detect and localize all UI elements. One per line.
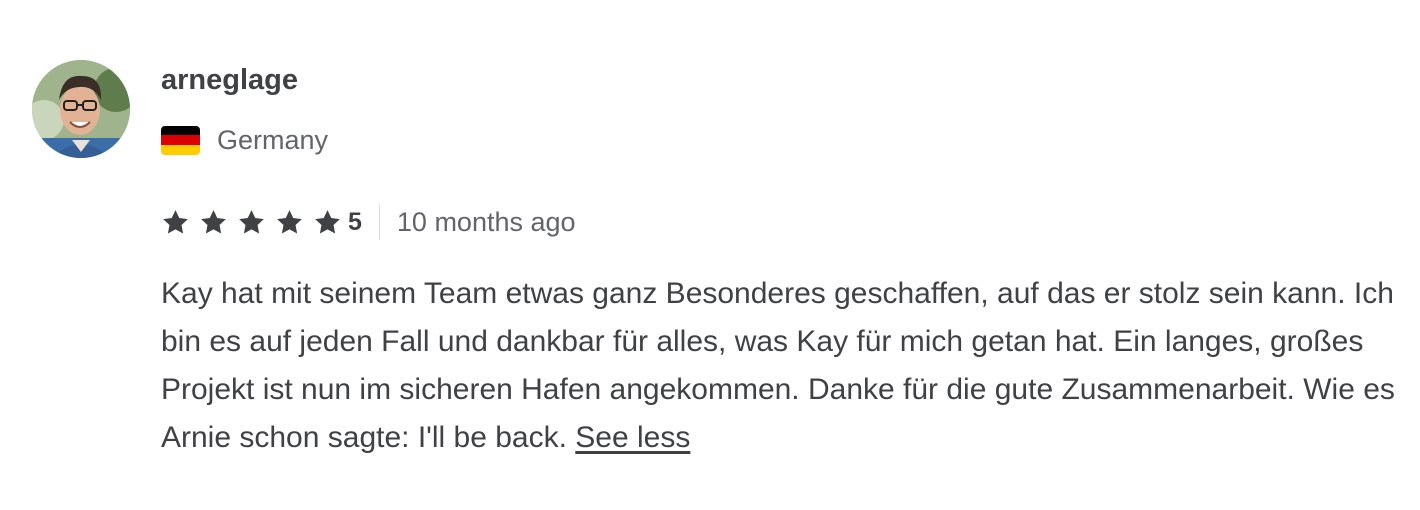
avatar[interactable] <box>32 60 130 158</box>
germany-flag-icon <box>161 125 200 155</box>
reviewer-username[interactable]: arneglage <box>161 60 298 100</box>
review-timestamp: 10 months ago <box>396 206 576 237</box>
reviewer-country: Germany <box>161 122 328 158</box>
rating-row: 5 10 months ago <box>161 203 576 241</box>
review-text: Kay hat mit seinem Team etwas ganz Beson… <box>161 277 1395 454</box>
rating-score: 5 <box>348 207 362 236</box>
divider <box>378 204 380 240</box>
avatar-photo <box>32 60 130 158</box>
star-icon <box>239 209 264 233</box>
star-icon <box>277 209 302 233</box>
country-name: Germany <box>217 124 329 155</box>
star-icon <box>163 209 188 233</box>
star-icon <box>315 209 340 233</box>
review-card: arneglage Germany 5 10 months ago Kay ha… <box>0 0 1420 510</box>
see-less-link[interactable]: See less <box>575 421 690 454</box>
star-rating <box>161 208 346 237</box>
review-body: Kay hat mit seinem Team etwas ganz Beson… <box>161 270 1411 462</box>
star-icon <box>201 209 226 233</box>
